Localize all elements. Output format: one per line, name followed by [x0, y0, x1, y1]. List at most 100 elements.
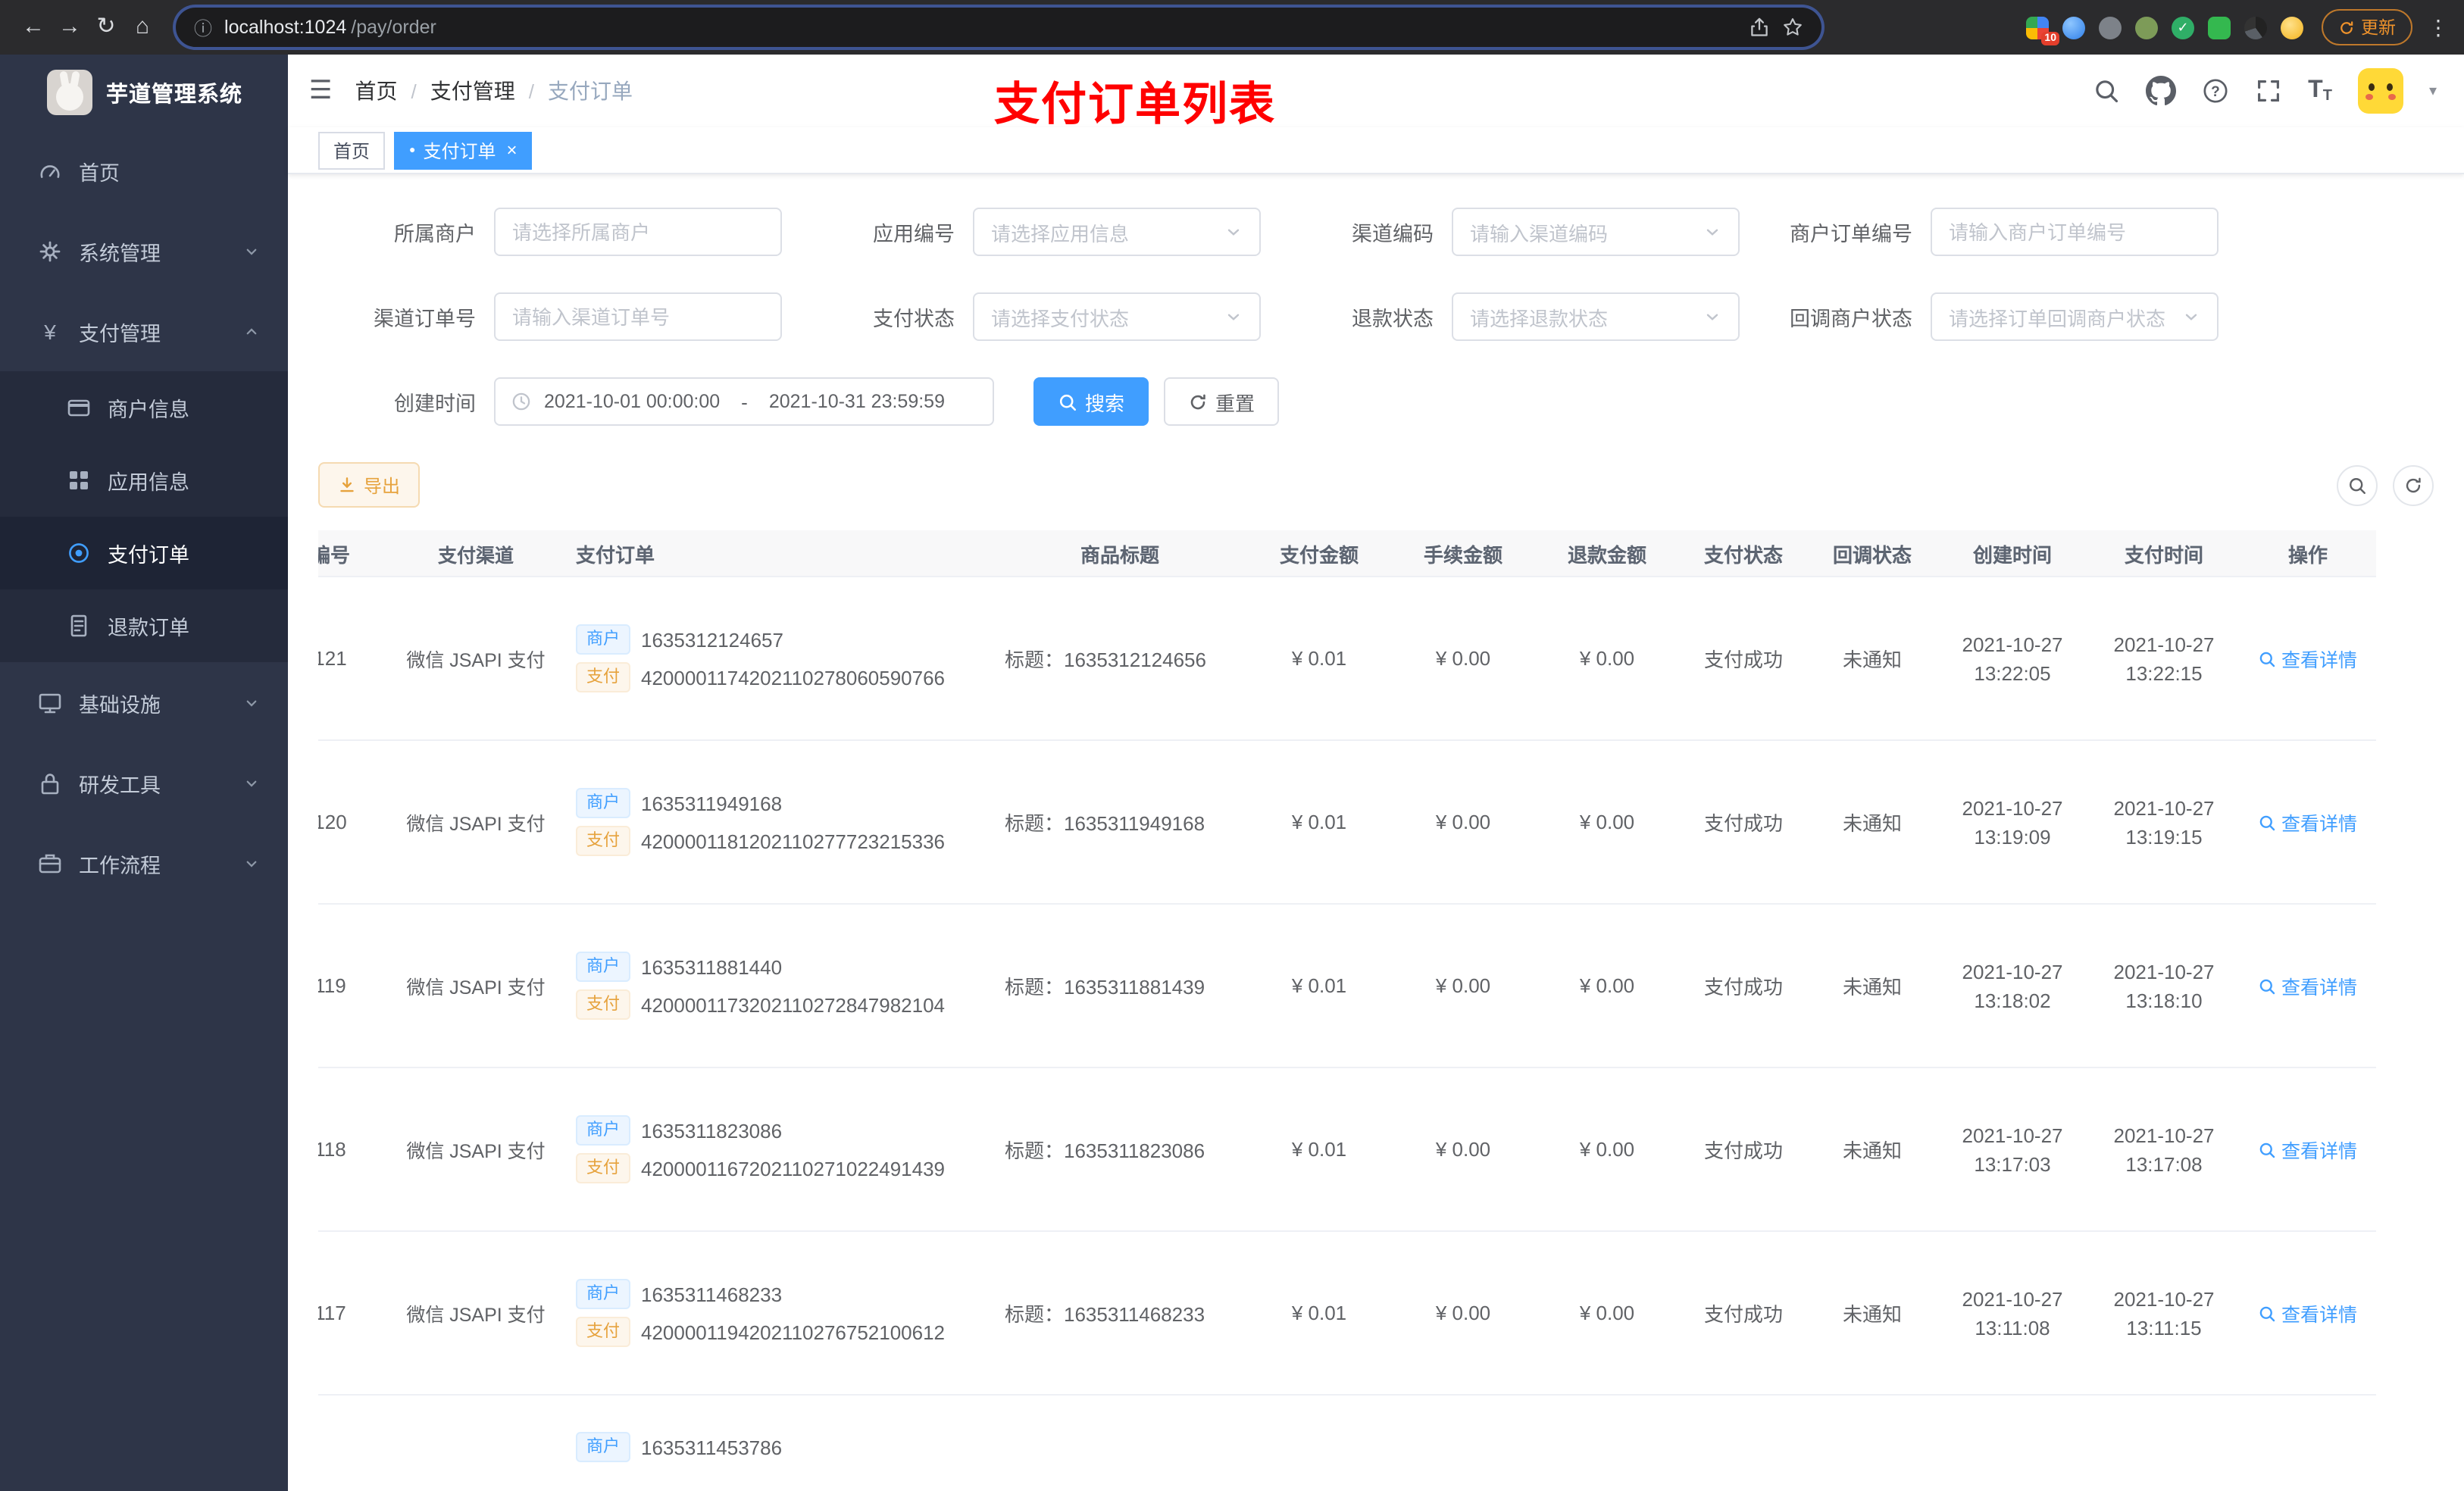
breadcrumb-separator: /: [528, 80, 534, 102]
extension-check-icon[interactable]: ✓: [2172, 16, 2194, 39]
chevron-down-icon: [242, 774, 261, 792]
sidebar-item-pay-order[interactable]: 支付订单: [0, 517, 288, 589]
merchant-order-no-input[interactable]: [1931, 208, 2219, 256]
avatar-detail: [2365, 94, 2373, 100]
paid-time: 13:11:15: [2126, 1316, 2202, 1339]
browser-back-icon[interactable]: ←: [15, 0, 52, 55]
refund-status-select[interactable]: 请选择退款状态: [1452, 292, 1740, 341]
sidebar-item-home[interactable]: 首页: [0, 130, 288, 211]
url-bar[interactable]: ⓘ localhost:1024 /pay/order: [176, 8, 1821, 47]
sidebar-item-merchant-info[interactable]: 商户信息: [0, 371, 288, 444]
merchant-input[interactable]: [494, 208, 782, 256]
extension-olive-icon[interactable]: [2135, 16, 2158, 39]
sidebar-item-dev-tools[interactable]: 研发工具: [0, 742, 288, 823]
search-button[interactable]: 搜索: [1033, 377, 1149, 426]
browser-update-button[interactable]: 更新: [2322, 9, 2412, 45]
browser-menu-icon[interactable]: ⋮: [2428, 14, 2449, 40]
extension-drop-icon[interactable]: [2062, 16, 2085, 39]
sidebar-item-workflow[interactable]: 工作流程: [0, 823, 288, 903]
font-size-icon[interactable]: TT: [2308, 77, 2332, 105]
cell-refund: ¥ 0.00: [1579, 974, 1635, 997]
monitor-icon: [38, 690, 62, 714]
cell-channel: 微信 JSAPI 支付: [406, 977, 546, 999]
github-icon[interactable]: [2146, 76, 2177, 106]
toggle-search-button[interactable]: [2337, 464, 2378, 505]
merchant-order-no: 1635311823086: [641, 1119, 783, 1142]
table-row-partial: 商户 1635311453786: [318, 1396, 2376, 1491]
extension-puzzle-icon[interactable]: 10: [2026, 16, 2059, 45]
notify-status-select[interactable]: 请选择订单回调商户状态: [1931, 292, 2219, 341]
pay-order-line: 支付 4200001194202110276752100612: [576, 1317, 970, 1347]
channel-order-no-input[interactable]: [494, 292, 782, 341]
cell-paid: 2021-10-27 13:18:10: [2088, 957, 2240, 1014]
cell-action: 查看详情: [2240, 971, 2376, 1000]
date-start: 2021-10-01 00:00:00: [544, 391, 721, 412]
extension-pinwheel-icon[interactable]: [2244, 16, 2267, 39]
cell-order: 商户 1635311823086 支付 4200001167202110271022…: [558, 1108, 982, 1191]
search-icon[interactable]: [2093, 77, 2120, 105]
date-range-picker[interactable]: 2021-10-01 00:00:00 - 2021-10-31 23:59:5…: [494, 377, 994, 426]
cell-amount: ¥ 0.01: [1291, 647, 1347, 670]
filter-row-2: 渠道订单号 支付状态 请选择支付状态 退款状态 请选择退款状态: [318, 292, 2434, 341]
sidebar-item-system[interactable]: 系统管理: [0, 211, 288, 291]
sidebar-item-infrastructure[interactable]: 基础设施: [0, 662, 288, 742]
clock-icon: [511, 391, 532, 412]
table-mini-actions: [2337, 464, 2434, 505]
channel-code-select[interactable]: 请输入渠道编码: [1452, 208, 1740, 256]
screen: ← → ↻ ⌂ ⓘ localhost:1024 /pay/order 10 ✓: [0, 0, 2464, 1491]
avatar-detail: [2387, 94, 2396, 100]
sidebar-toggle-icon[interactable]: ☰: [309, 76, 333, 106]
filter-merchant-order-no: 商户订单编号: [1755, 208, 2219, 256]
app-title: 芋道管理系统: [106, 83, 242, 107]
tab-home[interactable]: 首页: [318, 131, 386, 169]
paid-time: 13:19:15: [2125, 825, 2203, 848]
sidebar: 芋道管理系统 首页 系统管理 ¥ 支付管理 商户信息 应用信息 支付订单 退款订…: [0, 55, 288, 1491]
export-button[interactable]: 导出: [318, 462, 421, 508]
extension-face-icon[interactable]: [2281, 16, 2303, 39]
cell-action: 查看详情: [2240, 644, 2376, 673]
extension-gray-icon[interactable]: [2099, 16, 2122, 39]
app-logo[interactable]: 芋道管理系统: [0, 55, 288, 130]
user-avatar[interactable]: [2357, 68, 2403, 114]
share-icon[interactable]: [1749, 17, 1770, 38]
browser-home-icon[interactable]: ⌂: [124, 0, 161, 55]
view-detail-link[interactable]: 查看详情: [2259, 1299, 2357, 1327]
reset-button[interactable]: 重置: [1164, 377, 1280, 426]
col-header-paid: 支付时间: [2124, 543, 2203, 566]
cell-notify: 未通知: [1842, 1303, 1902, 1326]
sidebar-item-app-info[interactable]: 应用信息: [0, 444, 288, 517]
sidebar-item-refund-order[interactable]: 退款订单: [0, 589, 288, 662]
help-icon[interactable]: ?: [2202, 77, 2229, 105]
fullscreen-icon[interactable]: [2255, 77, 2282, 105]
extension-chat-icon[interactable]: [2208, 16, 2231, 39]
pay-tag: 支付: [576, 1153, 630, 1183]
view-detail-link[interactable]: 查看详情: [2259, 644, 2357, 673]
view-detail-link[interactable]: 查看详情: [2259, 808, 2357, 836]
view-detail-link[interactable]: 查看详情: [2259, 971, 2357, 1000]
pay-tag: 支付: [576, 662, 630, 692]
svg-text:?: ?: [2211, 84, 2220, 100]
briefcase-icon: [38, 851, 62, 875]
app-id-select[interactable]: 请选择应用信息: [973, 208, 1261, 256]
cell-created: 2021-10-27 13:19:09: [1937, 793, 2088, 851]
breadcrumb-item[interactable]: 支付管理: [430, 76, 515, 106]
tab-close-icon[interactable]: ×: [507, 141, 518, 159]
breadcrumb-item[interactable]: 首页: [355, 76, 398, 106]
table-row: 119 微信 JSAPI 支付 商户 1635311881440 支付 420000…: [318, 905, 2376, 1068]
refresh-table-button[interactable]: [2393, 464, 2434, 505]
filter-label: 所属商户: [394, 223, 476, 245]
tab-pay-order[interactable]: ● 支付订单 ×: [394, 131, 533, 169]
annotation-title: 支付订单列表: [994, 80, 1276, 130]
browser-forward-icon[interactable]: →: [52, 0, 88, 55]
user-menu-caret-icon[interactable]: ▾: [2429, 83, 2437, 99]
merchant-tag: 商户: [576, 1432, 630, 1462]
site-info-icon[interactable]: ⓘ: [194, 14, 212, 40]
browser-reload-icon[interactable]: ↻: [88, 0, 124, 55]
view-detail-link[interactable]: 查看详情: [2259, 1135, 2357, 1164]
cell-fee: ¥ 0.00: [1435, 647, 1491, 670]
search-button-label: 搜索: [1085, 392, 1125, 414]
filter-label: 应用编号: [873, 223, 955, 245]
bookmark-star-icon[interactable]: [1782, 17, 1803, 38]
pay-status-select[interactable]: 请选择支付状态: [973, 292, 1261, 341]
sidebar-item-payment[interactable]: ¥ 支付管理: [0, 291, 288, 371]
